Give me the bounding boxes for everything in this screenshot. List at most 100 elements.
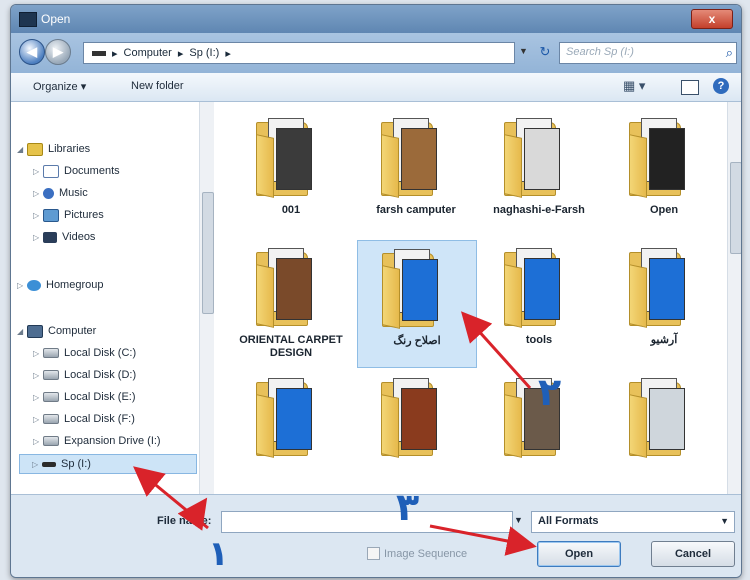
folder-tile[interactable] — [605, 370, 723, 496]
nav-disk-f[interactable]: ▷ Local Disk (F:) — [33, 410, 135, 428]
disk-icon — [43, 348, 59, 358]
address-dropdown-icon[interactable]: ▼ — [519, 46, 528, 56]
image-sequence-label: Image Sequence — [384, 547, 468, 560]
folder-tile[interactable]: tools — [480, 240, 598, 366]
folder-tile[interactable]: farsh camputer — [357, 110, 475, 236]
disk-icon — [43, 392, 59, 402]
cancel-button[interactable]: Cancel — [651, 541, 735, 567]
checkbox[interactable] — [367, 547, 380, 560]
refresh-icon[interactable]: ↻ — [536, 42, 554, 62]
drive-icon — [42, 461, 56, 467]
folder-label: آرشیو — [650, 334, 678, 346]
nav-disk-c[interactable]: ▷ Local Disk (C:) — [33, 344, 136, 362]
nav-label: Libraries — [48, 143, 91, 155]
nav-documents[interactable]: ▷ Documents — [33, 162, 120, 180]
breadcrumb-sp[interactable]: Sp (I:) — [189, 47, 219, 59]
expand-icon[interactable]: ◢ — [17, 327, 27, 336]
nav-label: Computer — [48, 325, 97, 337]
scroll-thumb[interactable] — [202, 192, 214, 314]
breadcrumb-computer[interactable]: Computer — [124, 47, 172, 59]
open-dialog: Open x ◀ ▶ ▸ Computer ▸ Sp (I:) ▸ ▼ ↻ Se… — [10, 4, 742, 578]
nav-disk-e[interactable]: ▷ Local Disk (E:) — [33, 388, 136, 406]
scroll-thumb[interactable] — [730, 162, 741, 254]
folder-label: naghashi-e-Farsh — [493, 204, 585, 216]
nav-homegroup[interactable]: ▷ Homegroup — [17, 276, 103, 294]
expand-icon[interactable]: ▷ — [33, 371, 43, 380]
nav-label: Expansion Drive (I:) — [64, 435, 161, 447]
open-button[interactable]: Open — [537, 541, 621, 567]
nav-label: Sp (I:) — [61, 458, 91, 470]
content-scrollbar[interactable] — [727, 102, 741, 494]
folder-tile[interactable]: 001 — [232, 110, 350, 236]
nav-disk-d[interactable]: ▷ Local Disk (D:) — [33, 366, 136, 384]
help-icon[interactable]: ? — [713, 78, 729, 94]
folder-tile[interactable] — [480, 370, 598, 496]
folder-tile[interactable]: آرشیو — [605, 240, 723, 366]
preview-pane-icon[interactable] — [681, 80, 699, 95]
close-button[interactable]: x — [691, 9, 733, 29]
app-icon — [19, 12, 37, 27]
folder-icon — [382, 247, 452, 329]
expand-icon[interactable]: ▷ — [33, 189, 43, 198]
expand-icon[interactable]: ▷ — [32, 460, 42, 469]
organize-button[interactable]: Organize ▾ — [33, 80, 86, 93]
nav-expansion-drive[interactable]: ▷ Expansion Drive (I:) — [33, 432, 161, 450]
search-input[interactable]: Search Sp (I:) ⌕ — [559, 42, 737, 64]
expand-icon[interactable]: ▷ — [33, 233, 43, 242]
forward-button[interactable]: ▶ — [45, 39, 71, 65]
folder-tile[interactable]: Open — [605, 110, 723, 236]
crumb-separator: ▸ — [112, 47, 118, 60]
bottom-bar: File name: ▼ All Formats ▼ Image Sequenc… — [11, 494, 741, 577]
expand-icon[interactable]: ▷ — [33, 393, 43, 402]
folder-icon — [629, 376, 699, 458]
expand-icon[interactable]: ▷ — [33, 349, 43, 358]
nav-label: Music — [59, 187, 88, 199]
folder-label: اصلاح رنگ — [393, 335, 441, 347]
nav-computer[interactable]: ◢ Computer — [17, 322, 96, 340]
videos-icon — [43, 231, 57, 243]
folder-icon — [504, 376, 574, 458]
image-sequence-checkbox[interactable]: Image Sequence — [367, 547, 467, 560]
address-bar[interactable]: ▸ Computer ▸ Sp (I:) ▸ — [83, 42, 515, 64]
drive-icon — [92, 50, 106, 56]
folder-label: 001 — [281, 204, 301, 216]
nav-music[interactable]: ▷ Music — [33, 184, 88, 202]
folder-tile[interactable]: اصلاح رنگ — [357, 240, 477, 368]
command-bar: Organize ▾ New folder ▦ ▾ ? — [11, 73, 741, 102]
nav-pictures[interactable]: ▷ Pictures — [33, 206, 104, 224]
nav-label: Documents — [64, 165, 120, 177]
file-name-dropdown-icon[interactable]: ▼ — [514, 515, 523, 525]
expand-icon[interactable]: ▷ — [33, 437, 43, 446]
expand-icon[interactable]: ▷ — [33, 211, 43, 220]
music-icon — [43, 187, 54, 199]
nav-scrollbar[interactable] — [199, 102, 214, 494]
folder-tile[interactable]: ORIENTAL CARPET DESIGN — [232, 240, 350, 366]
crumb-separator: ▸ — [225, 47, 231, 60]
nav-label: Local Disk (E:) — [64, 391, 136, 403]
views-icon[interactable]: ▦ ▾ — [623, 78, 645, 94]
file-name-input[interactable] — [221, 511, 513, 533]
back-button[interactable]: ◀ — [19, 39, 45, 65]
folder-tile[interactable] — [357, 370, 475, 496]
expand-icon[interactable]: ▷ — [33, 415, 43, 424]
dialog-title: Open — [41, 12, 71, 26]
folder-tile[interactable]: naghashi-e-Farsh — [480, 110, 598, 236]
nav-libraries[interactable]: ◢ Libraries — [17, 140, 90, 158]
chevron-down-icon[interactable]: ▼ — [720, 516, 729, 526]
expand-icon[interactable]: ▷ — [17, 281, 27, 290]
search-icon[interactable]: ⌕ — [726, 45, 733, 61]
format-select[interactable]: All Formats ▼ — [531, 511, 735, 533]
folder-icon — [256, 376, 326, 458]
folder-icon — [256, 116, 326, 198]
documents-icon — [43, 164, 59, 178]
computer-icon — [27, 324, 43, 338]
disk-icon — [43, 436, 59, 446]
nav-label: Local Disk (D:) — [64, 369, 137, 381]
nav-sp-drive[interactable]: ▷ Sp (I:) — [19, 454, 197, 474]
folder-tile[interactable] — [232, 370, 350, 496]
expand-icon[interactable]: ◢ — [17, 145, 27, 154]
nav-videos[interactable]: ▷ Videos — [33, 228, 95, 246]
folder-label: tools — [525, 334, 553, 346]
new-folder-button[interactable]: New folder — [131, 80, 184, 92]
expand-icon[interactable]: ▷ — [33, 167, 43, 176]
